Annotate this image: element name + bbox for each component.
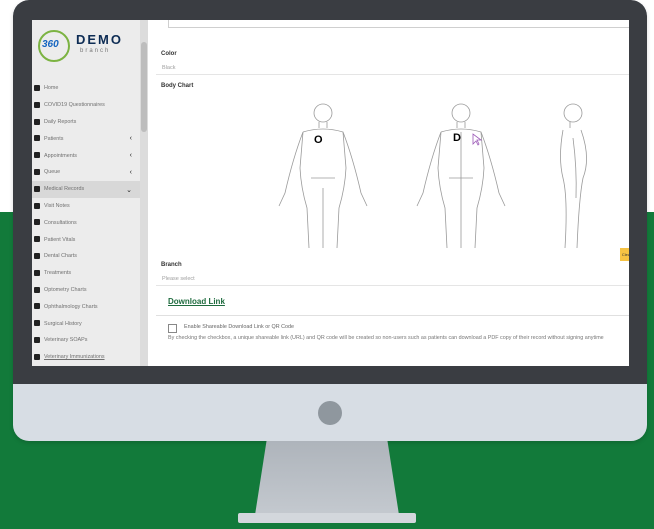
- brand-logo[interactable]: 360 DEMO branch: [38, 26, 138, 66]
- body-chart-mark-back[interactable]: D: [453, 132, 461, 144]
- monitor-bezel: 360 DEMO branch Home COVID19 Questionnai…: [13, 0, 647, 384]
- sidebar-item-dental-charts[interactable]: Dental Charts: [32, 248, 140, 265]
- color-label: Color: [161, 51, 177, 57]
- sidebar-item-label: Patients: [44, 135, 64, 142]
- sidebar-item-treatments[interactable]: Treatments: [32, 265, 140, 282]
- shareable-link-checkbox-label: Enable Shareable Download Link or QR Cod…: [184, 324, 294, 330]
- sidebar-item-label: Daily Reports: [44, 118, 77, 125]
- color-select[interactable]: Black: [156, 62, 629, 75]
- sidebar-item-patients[interactable]: Patients ‹: [32, 130, 140, 147]
- sidebar-item-label: Veterinary Immunizations: [44, 354, 105, 361]
- scrollbar-thumb[interactable]: [141, 42, 147, 132]
- sidebar-item-visit-notes[interactable]: Visit Notes: [32, 198, 140, 215]
- sidebar-item-label: Queue: [44, 169, 61, 176]
- users-icon: [34, 135, 40, 142]
- calendar-icon: [34, 152, 40, 159]
- sidebar-item-label: Veterinary SOAPs: [44, 337, 88, 344]
- monitor-base: [238, 513, 416, 523]
- heartbeat-icon: [34, 236, 40, 243]
- chevron-left-icon: ‹: [129, 135, 132, 143]
- shareable-link-checkbox[interactable]: [168, 324, 177, 333]
- sidebar-item-surgical-history[interactable]: Surgical History: [32, 315, 140, 332]
- virus-icon: [34, 101, 40, 108]
- syringe-icon: [34, 353, 40, 360]
- sidebar-item-label: COVID19 Questionnaires: [44, 102, 105, 109]
- clear-button[interactable]: Clea: [620, 248, 629, 261]
- body-front-figure: [278, 103, 368, 248]
- mouse-cursor-icon: [472, 133, 483, 146]
- sidebar-item-label: Visit Notes: [44, 202, 70, 209]
- sidebar-item-queue[interactable]: Queue ‹: [32, 164, 140, 181]
- chevron-down-icon: ⌄: [126, 186, 132, 194]
- main-content: Color Black Body Chart O D Clea Branch P…: [148, 20, 629, 366]
- section-divider: [156, 315, 629, 316]
- sidebar-item-label: Optometry Charts: [44, 286, 87, 293]
- stethoscope-icon: [34, 219, 40, 226]
- branch-label: Branch: [161, 262, 182, 268]
- app-screen: 360 DEMO branch Home COVID19 Questionnai…: [32, 20, 629, 366]
- shareable-link-description: By checking the checkbox, a unique share…: [168, 335, 604, 341]
- brand-subtitle: branch: [80, 48, 111, 54]
- sidebar-item-veterinary-immunizations[interactable]: Veterinary Immunizations: [32, 349, 140, 366]
- previous-field-input[interactable]: [168, 20, 629, 28]
- sidebar-item-medical-records[interactable]: Medical Records ⌄: [32, 180, 140, 198]
- sidebar-item-covid19-questionnaires[interactable]: COVID19 Questionnaires: [32, 97, 140, 114]
- sidebar-nav: Home COVID19 Questionnaires Daily Report…: [32, 80, 140, 366]
- clipboard-icon: [34, 269, 40, 276]
- sidebar-item-label: Ophthalmology Charts: [44, 303, 98, 310]
- bed-icon: [34, 320, 40, 327]
- download-link-heading[interactable]: Download Link: [168, 297, 225, 306]
- sidebar-item-optometry-charts[interactable]: Optometry Charts: [32, 282, 140, 299]
- sidebar-item-label: Patient Vitals: [44, 236, 76, 243]
- sidebar-item-label: Appointments: [44, 152, 77, 159]
- sidebar-item-consultations[interactable]: Consultations: [32, 214, 140, 231]
- branch-select[interactable]: Please select: [156, 273, 629, 286]
- sidebar-item-home[interactable]: Home: [32, 80, 140, 97]
- chevron-left-icon: ‹: [129, 152, 132, 160]
- eye-icon: [34, 303, 40, 310]
- sidebar-item-label: Dental Charts: [44, 253, 77, 260]
- eye-icon: [34, 286, 40, 293]
- file-icon: [34, 336, 40, 343]
- home-icon: [34, 85, 40, 91]
- body-back-figure: [416, 103, 506, 248]
- body-chart-canvas[interactable]: O D: [273, 98, 603, 248]
- sidebar-item-patient-vitals[interactable]: Patient Vitals: [32, 231, 140, 248]
- sidebar-item-ophthalmology-charts[interactable]: Ophthalmology Charts: [32, 298, 140, 315]
- sidebar-item-appointments[interactable]: Appointments ‹: [32, 147, 140, 164]
- body-chart-mark-front[interactable]: O: [314, 134, 323, 146]
- file-icon: [34, 185, 40, 192]
- sidebar-item-label: Consultations: [44, 219, 77, 226]
- monitor-stand: [255, 441, 399, 515]
- monitor-power-button: [318, 401, 342, 425]
- body-side-figure: [560, 103, 587, 248]
- sidebar: 360 DEMO branch Home COVID19 Questionnai…: [32, 20, 140, 366]
- queue-icon: [34, 168, 40, 175]
- tooth-icon: [34, 252, 40, 259]
- sidebar-item-label: Treatments: [44, 270, 72, 277]
- sidebar-item-daily-reports[interactable]: Daily Reports: [32, 114, 140, 131]
- body-chart-label: Body Chart: [161, 83, 194, 89]
- logo-number: 360: [42, 39, 59, 50]
- sidebar-item-label: Surgical History: [44, 320, 82, 327]
- monitor: 360 DEMO branch Home COVID19 Questionnai…: [13, 0, 647, 441]
- sidebar-scrollbar[interactable]: [140, 20, 148, 366]
- brand-name: DEMO: [76, 32, 123, 47]
- sidebar-item-veterinary-soaps[interactable]: Veterinary SOAPs: [32, 332, 140, 349]
- note-icon: [34, 202, 40, 209]
- sidebar-item-label: Home: [44, 85, 59, 92]
- chart-icon: [34, 118, 40, 125]
- sidebar-item-label: Medical Records: [44, 186, 85, 193]
- chevron-left-icon: ‹: [129, 168, 132, 176]
